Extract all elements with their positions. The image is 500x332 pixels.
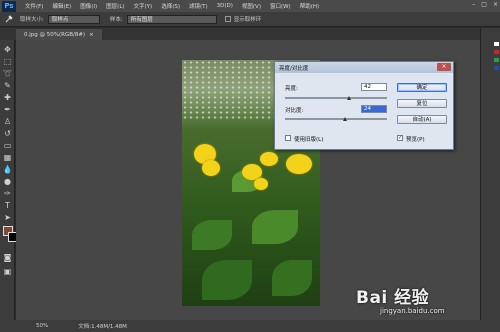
eraser-icon[interactable]: ▭ [2,140,13,151]
history-brush-icon[interactable]: ↺ [2,128,13,139]
status-bar: 50% 文档:1.48M/1.48M [0,320,500,332]
dialog-title-bar[interactable]: 亮度/对比度 × [275,62,453,73]
auto-button[interactable]: 自动(A) [397,115,447,124]
watermark-logo-text: Bai 经验 [356,288,430,308]
reset-button[interactable]: 复位 [397,99,447,108]
yellow-flower [254,178,268,190]
menu-bar: Ps 文件(F) 编辑(E) 图像(I) 图层(L) 文字(Y) 选择(S) 滤… [0,0,500,12]
panel-swatch[interactable] [494,58,499,62]
menu-help[interactable]: 帮助(H) [300,2,319,10]
gradient-icon[interactable]: ▦ [2,152,13,163]
leaf-shape [202,260,252,300]
path-select-icon[interactable]: ➤ [2,212,13,223]
contrast-slider-thumb[interactable] [343,117,347,121]
watermark-url: jingyan.baidu.com [380,307,445,315]
screen-mode-icon[interactable]: ▣ [2,266,13,277]
menu-layer[interactable]: 图层(L) [106,2,124,10]
dialog-close-button[interactable]: × [437,63,451,71]
brush-icon[interactable]: ✒ [2,104,13,115]
preview-label: 预览(P) [406,137,425,143]
menu-type[interactable]: 文字(Y) [134,2,153,10]
blur-icon[interactable]: 💧 [2,164,13,175]
dialog-title: 亮度/对比度 [279,65,309,72]
tools-panel: ✥ ⬚ ➰ ✎ ✚ ✒ ♙ ↺ ▭ ▦ 💧 ● ✑ T ➤ ◙ ▣ [0,40,18,320]
brightness-input[interactable]: 42 [361,83,387,91]
leaf-shape [252,210,298,244]
options-bar: 取样大小: 取样点 样本: 所有图层 显示取样环 [0,12,500,27]
yellow-flower [260,152,278,166]
sample-label: 样本: [109,17,123,23]
zoom-level[interactable]: 50% [36,323,48,329]
marquee-icon[interactable]: ⬚ [2,56,13,67]
panel-swatch[interactable] [494,42,499,46]
sample-size-value: 取样点 [51,17,69,23]
document-tab-bar: 0.jpg @ 50%(RGB/8#) × [0,28,480,40]
type-icon[interactable]: T [2,200,13,211]
right-panel-strip [480,28,500,320]
preview-checkbox[interactable]: ✓ [397,135,403,141]
maximize-icon[interactable]: □ [481,1,487,8]
contrast-label: 对比度: [285,108,304,114]
eyedropper-icon[interactable]: ✎ [2,80,13,91]
brightness-slider[interactable] [285,97,387,99]
quick-mask-icon[interactable]: ◙ [2,252,13,263]
show-ring-checkbox[interactable] [224,16,231,22]
panel-swatch[interactable] [494,66,499,70]
use-legacy-label: 使用旧版(L) [294,137,324,143]
window-controls: – □ × [472,1,498,8]
dodge-icon[interactable]: ● [2,176,13,187]
heal-icon[interactable]: ✚ [2,92,13,103]
ok-button[interactable]: 确定 [397,83,447,92]
sample-size-label: 取样大小: [20,17,44,23]
document-tab-title: 0.jpg @ 50%(RGB/8#) [24,31,86,38]
menu-filter[interactable]: 滤镜(T) [189,2,208,10]
lasso-icon[interactable]: ➰ [2,68,13,79]
yellow-flower [202,160,220,176]
minimize-icon[interactable]: – [472,1,475,8]
baidu-jingyan-watermark: Bai 经验 jingyan.baidu.com [356,283,445,315]
contrast-input[interactable]: 24 [361,105,387,113]
sample-select[interactable]: 所有图层 [126,14,217,24]
menu-file[interactable]: 文件(F) [25,2,43,10]
move-icon[interactable]: ✥ [2,44,13,55]
brightness-label: 亮度: [285,86,298,92]
photoshop-logo: Ps [2,0,16,12]
yellow-flower [286,154,312,174]
sample-value: 所有图层 [130,17,153,23]
tab-close-icon[interactable]: × [89,32,94,38]
use-legacy-checkbox[interactable] [285,135,291,141]
leaf-shape [192,220,232,250]
document-size: 文档:1.48M/1.48M [78,324,127,330]
menu-3d[interactable]: 3D(D) [217,3,233,9]
menu-edit[interactable]: 编辑(E) [52,2,71,10]
stamp-icon[interactable]: ♙ [2,116,13,127]
brightness-slider-thumb[interactable] [347,96,351,100]
brightness-contrast-dialog: 亮度/对比度 × 亮度: 42 对比度: 24 使用旧版(L) 确定 复位 自动… [274,61,454,150]
pen-icon[interactable]: ✑ [2,188,13,199]
document-tab[interactable]: 0.jpg @ 50%(RGB/8#) × [16,29,102,40]
show-ring-label: 显示取样环 [233,17,262,23]
contrast-slider[interactable] [285,118,387,120]
menu-view[interactable]: 视图(V) [242,2,261,10]
leaf-shape [272,260,312,296]
eyedropper-icon[interactable] [4,14,14,24]
close-window-icon[interactable]: × [493,1,498,8]
menu-select[interactable]: 选择(S) [161,2,180,10]
panel-swatch[interactable] [494,50,499,54]
menu-window[interactable]: 窗口(W) [270,2,291,10]
menu-image[interactable]: 图像(I) [80,2,97,10]
sample-size-select[interactable]: 取样点 [47,14,100,24]
